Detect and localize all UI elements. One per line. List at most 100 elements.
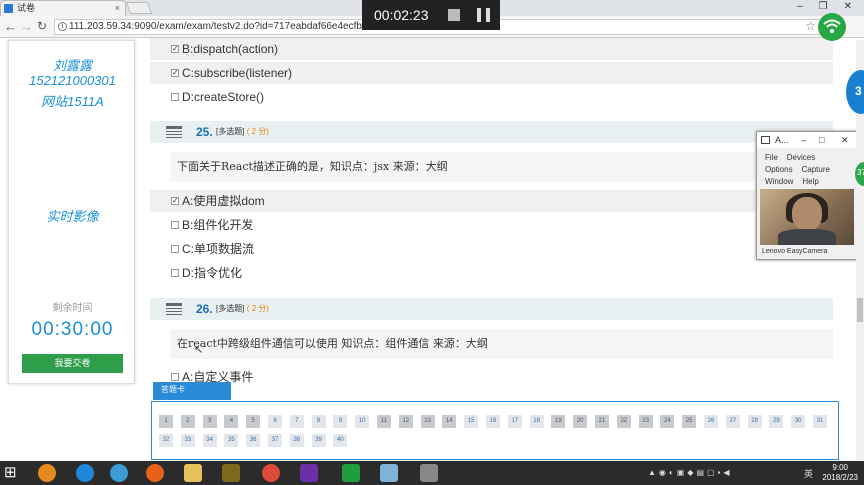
- answer-card-cell-28[interactable]: 28: [747, 415, 762, 428]
- windows-start-icon[interactable]: ⊞: [4, 464, 22, 482]
- answer-card-cell-37[interactable]: 37: [268, 434, 282, 447]
- fireworks-icon[interactable]: [222, 464, 240, 482]
- checkbox[interactable]: [171, 269, 179, 277]
- answer-card-cell-9[interactable]: 9: [333, 415, 348, 428]
- answer-card-cell-11[interactable]: 11: [377, 415, 391, 428]
- forward-arrow-icon[interactable]: →: [20, 19, 33, 34]
- answer-card-cell-25[interactable]: 25: [682, 415, 697, 428]
- answer-card-cell-1[interactable]: 1: [159, 415, 173, 428]
- answer-card-cell-6[interactable]: 6: [268, 415, 282, 428]
- checkbox[interactable]: ✓: [171, 45, 179, 53]
- stop-icon[interactable]: [448, 9, 460, 21]
- spreadsheet-icon[interactable]: [342, 464, 360, 482]
- menu-help[interactable]: Help: [802, 177, 818, 186]
- scrollbar-thumb[interactable]: [857, 298, 863, 322]
- answer-card-cell-4[interactable]: 4: [224, 415, 239, 428]
- reload-icon[interactable]: ↻: [37, 19, 47, 33]
- answer-card-tab[interactable]: 答题卡: [153, 382, 231, 400]
- answer-card-cell-40[interactable]: 40: [333, 434, 348, 447]
- checkbox[interactable]: ✓: [171, 69, 179, 77]
- answer-card-cell-5[interactable]: 5: [246, 415, 261, 428]
- option-q24-b[interactable]: ✓ B:dispatch(action): [150, 38, 833, 60]
- pause-icon[interactable]: [477, 8, 490, 22]
- menu-window[interactable]: Window: [765, 177, 793, 186]
- minimize-button[interactable]: –: [797, 0, 803, 16]
- answer-card-cell-13[interactable]: 13: [420, 415, 435, 428]
- site-info-icon[interactable]: i: [58, 22, 67, 31]
- menu-capture[interactable]: Capture: [801, 165, 829, 174]
- answer-card-cell-39[interactable]: 39: [311, 434, 326, 447]
- answer-card-cell-35[interactable]: 35: [224, 434, 239, 447]
- answer-card-cell-8[interactable]: 8: [311, 415, 326, 428]
- checkbox[interactable]: [171, 245, 179, 253]
- menu-devices[interactable]: Devices: [787, 153, 815, 162]
- new-tab-button[interactable]: [125, 2, 153, 14]
- checkbox[interactable]: [171, 221, 179, 229]
- question-list-icon: [166, 303, 182, 317]
- system-tray[interactable]: ▲◉◐▣◆▤▢▪◀: [648, 468, 733, 477]
- answer-card-cell-17[interactable]: 17: [507, 415, 522, 428]
- taskbar-clock[interactable]: 9:00 2018/2/23: [822, 463, 858, 483]
- answer-card-cell-12[interactable]: 12: [398, 415, 413, 428]
- answer-card-cell-2[interactable]: 2: [180, 415, 195, 428]
- menu-file[interactable]: File: [765, 153, 778, 162]
- back-arrow-icon[interactable]: ←: [4, 19, 17, 34]
- answer-card-cell-3[interactable]: 3: [202, 415, 217, 428]
- option-q25-b[interactable]: B:组件化开发: [150, 214, 833, 236]
- checkbox[interactable]: [171, 373, 179, 381]
- answer-card-cell-32[interactable]: 32: [159, 434, 173, 447]
- answer-card-cell-18[interactable]: 18: [529, 415, 544, 428]
- close-window-button[interactable]: ✕: [844, 0, 852, 16]
- answer-card-cell-21[interactable]: 21: [595, 415, 609, 428]
- camera-close-button[interactable]: ✕: [841, 132, 849, 148]
- option-q25-a[interactable]: ✓ A:使用虚拟dom: [150, 190, 833, 212]
- option-q26-a[interactable]: A:自定义事件: [150, 366, 833, 388]
- option-label: B:dispatch(action): [182, 42, 279, 56]
- chrome-icon[interactable]: [262, 464, 280, 482]
- option-q25-d[interactable]: D:指令优化: [150, 262, 833, 284]
- answer-card-cell-26[interactable]: 26: [704, 415, 718, 428]
- visual-studio-icon[interactable]: [300, 464, 318, 482]
- answer-card-cell-30[interactable]: 30: [791, 415, 806, 428]
- answer-card-cell-20[interactable]: 20: [573, 415, 588, 428]
- option-q24-d[interactable]: D:createStore(): [150, 86, 833, 108]
- ie-icon[interactable]: [76, 464, 94, 482]
- firefox-icon[interactable]: [146, 464, 164, 482]
- ime-indicator[interactable]: 英: [804, 467, 813, 480]
- camera-minimize-button[interactable]: –: [801, 132, 806, 148]
- answer-card-cell-34[interactable]: 34: [202, 434, 217, 447]
- option-q25-c[interactable]: C:单项数据流: [150, 238, 833, 260]
- app-icon[interactable]: [380, 464, 398, 482]
- camera-maximize-button[interactable]: □: [819, 132, 824, 148]
- answer-card-cell-10[interactable]: 10: [355, 415, 370, 428]
- answer-card-cell-19[interactable]: 19: [551, 415, 566, 428]
- answer-card-cell-14[interactable]: 14: [442, 415, 457, 428]
- answer-card-cell-7[interactable]: 7: [289, 415, 304, 428]
- wifi-icon[interactable]: [818, 13, 846, 41]
- answer-card-cell-24[interactable]: 24: [660, 415, 675, 428]
- checkbox[interactable]: ✓: [171, 197, 179, 205]
- answer-card-cell-16[interactable]: 16: [486, 415, 500, 428]
- option-q24-c[interactable]: ✓ C:subscribe(listener): [150, 62, 833, 84]
- bookmark-star-icon[interactable]: ☆: [805, 19, 816, 33]
- answer-card-cell-33[interactable]: 33: [180, 434, 195, 447]
- clock-date: 2018/2/23: [822, 473, 858, 482]
- app-icon[interactable]: [420, 464, 438, 482]
- answer-card-cell-36[interactable]: 36: [246, 434, 261, 447]
- checkbox[interactable]: [171, 93, 179, 101]
- app-icon[interactable]: [38, 464, 56, 482]
- answer-card-cell-22[interactable]: 22: [616, 415, 631, 428]
- answer-card-cell-15[interactable]: 15: [464, 415, 479, 428]
- browser-tab[interactable]: 试卷 ×: [0, 0, 126, 16]
- answer-card-cell-29[interactable]: 29: [769, 415, 784, 428]
- answer-card-cell-27[interactable]: 27: [725, 415, 740, 428]
- browser-icon[interactable]: [110, 464, 128, 482]
- answer-card-cell-31[interactable]: 31: [813, 415, 827, 428]
- answer-card-cell-23[interactable]: 23: [638, 415, 653, 428]
- floating-badge-blue[interactable]: 3: [846, 70, 864, 114]
- tab-close-icon[interactable]: ×: [115, 1, 120, 15]
- answer-card-cell-38[interactable]: 38: [289, 434, 304, 447]
- submit-exam-button[interactable]: 我要交卷: [22, 354, 123, 373]
- menu-options[interactable]: Options: [765, 165, 793, 174]
- file-explorer-icon[interactable]: [184, 464, 202, 482]
